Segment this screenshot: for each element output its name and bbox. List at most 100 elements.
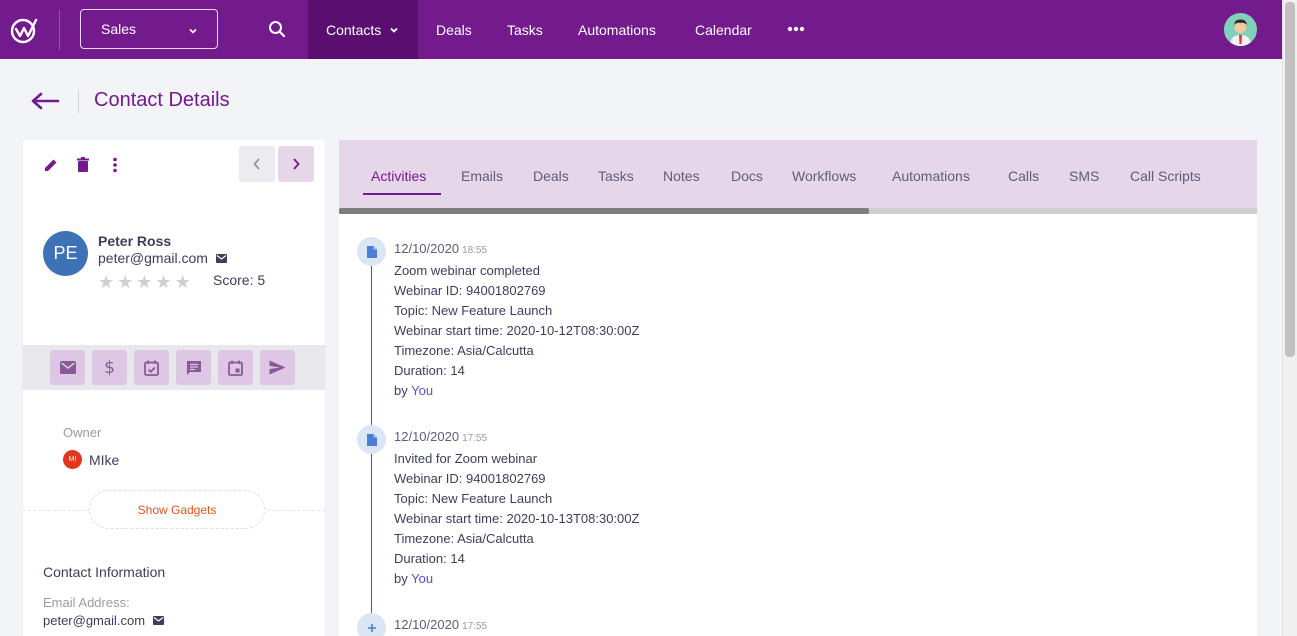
edit-icon[interactable] (41, 155, 61, 175)
pipeline-select[interactable]: Sales (80, 9, 218, 49)
more-horizontal-icon[interactable] (784, 18, 808, 40)
tab-calls[interactable]: Calls (1008, 168, 1039, 184)
header-divider (78, 89, 79, 113)
page-title: Contact Details (94, 89, 230, 111)
nav-calendar[interactable]: Calendar (695, 0, 752, 59)
tab-bar: Activities Emails Deals Tasks Notes Docs… (339, 140, 1257, 208)
star-icon[interactable]: ★ (155, 273, 171, 291)
activity-datetime: 12/10/2020 17:55 (394, 427, 639, 449)
activity-line: Duration: 14 (394, 551, 465, 566)
chevron-right-icon (291, 157, 301, 171)
tab-docs[interactable]: Docs (731, 168, 763, 184)
next-contact-button[interactable] (278, 146, 314, 182)
email-address-value: peter@gmail.com (43, 613, 165, 628)
owner-name: MIke (89, 451, 120, 468)
add-event-button[interactable] (218, 350, 253, 385)
owner-avatar: MI (63, 450, 82, 469)
contact-name: Peter Ross (98, 233, 172, 249)
activity-author: by You (394, 569, 639, 589)
activity-line: Timezone: Asia/Calcutta (394, 531, 534, 546)
email-address-label: Email Address: (43, 595, 130, 610)
pipeline-select-value: Sales (101, 21, 137, 37)
chevron-down-icon (188, 23, 198, 39)
tab-deals[interactable]: Deals (533, 168, 569, 184)
user-avatar[interactable] (1224, 13, 1257, 46)
mail-icon (59, 361, 76, 374)
send-email-button[interactable] (50, 350, 85, 385)
dollar-icon: $ (104, 357, 115, 378)
activity-time: 17:55 (462, 621, 488, 632)
tab-workflows[interactable]: Workflows (792, 168, 856, 184)
activity-by-prefix: by (394, 571, 408, 586)
star-icon[interactable]: ★ (98, 273, 114, 291)
activity-time: 18:55 (462, 245, 488, 256)
activity-author-link[interactable]: You (411, 383, 433, 398)
activity-line: Timezone: Asia/Calcutta (394, 343, 534, 358)
email-address-text: peter@gmail.com (43, 613, 146, 628)
add-task-button[interactable] (134, 350, 169, 385)
star-icon[interactable]: ★ (117, 273, 133, 291)
nav-deals[interactable]: Deals (436, 0, 472, 59)
activity-author-link[interactable]: You (411, 571, 433, 586)
contact-info-title: Contact Information (43, 564, 166, 580)
delete-icon[interactable] (73, 155, 93, 175)
active-tab-indicator (363, 193, 441, 195)
tabs-scrollbar-thumb[interactable] (339, 208, 869, 214)
rating-stars[interactable]: ★ ★ ★ ★ ★ (98, 273, 191, 291)
add-deal-button[interactable]: $ (92, 350, 127, 385)
chevron-down-icon (389, 25, 399, 35)
activity-panel: Activities Emails Deals Tasks Notes Docs… (339, 140, 1257, 636)
page-scrollbar[interactable] (1282, 0, 1297, 636)
nav-contacts-label: Contacts (326, 21, 382, 38)
document-icon (357, 237, 386, 266)
activity-item: 12/10/2020 17:55 Invited for Zoom webinar… (394, 427, 639, 589)
activity-line: Invited for Zoom webinar (394, 451, 538, 466)
chevron-left-icon (252, 157, 262, 171)
contact-card: PE Peter Ross peter@gmail.com ★ ★ ★ ★ ★ … (23, 140, 325, 636)
tab-call-scripts[interactable]: Call Scripts (1130, 168, 1201, 184)
quick-actions-bar: $ (23, 345, 325, 390)
more-vertical-icon[interactable] (105, 155, 125, 175)
nav-tasks[interactable]: Tasks (507, 0, 543, 59)
document-icon (357, 425, 386, 454)
activity-item: 12/10/2020 17:55 (394, 615, 487, 636)
activity-date: 12/10/2020 (394, 429, 460, 444)
nav-contacts[interactable]: Contacts (308, 0, 418, 59)
tab-tasks[interactable]: Tasks (598, 168, 634, 184)
send-icon (269, 360, 286, 375)
activity-line: Topic: New Feature Launch (394, 491, 553, 506)
tab-automations[interactable]: Automations (892, 168, 970, 184)
tabs-scrollbar[interactable] (339, 208, 1257, 214)
activity-date: 12/10/2020 (394, 617, 460, 632)
show-gadgets-button[interactable]: Show Gadgets (89, 490, 265, 529)
activity-line: Zoom webinar completed (394, 263, 540, 278)
page-scrollbar-thumb[interactable] (1285, 2, 1295, 357)
owner[interactable]: MI MIke (63, 450, 119, 469)
activity-time: 17:55 (462, 433, 488, 444)
contact-score: Score: 5 (213, 272, 266, 288)
tab-sms[interactable]: SMS (1069, 168, 1099, 184)
send-sms-button[interactable] (260, 350, 295, 385)
task-check-icon (144, 360, 159, 376)
activity-datetime: 12/10/2020 17:55 (394, 615, 487, 636)
tab-activities[interactable]: Activities (371, 168, 426, 184)
email-icon[interactable] (153, 616, 165, 625)
star-icon[interactable]: ★ (175, 273, 191, 291)
back-arrow-icon[interactable] (30, 88, 62, 114)
activity-by-prefix: by (394, 383, 408, 398)
previous-contact-button[interactable] (239, 146, 275, 182)
app-logo[interactable] (9, 10, 55, 50)
tab-emails[interactable]: Emails (461, 168, 503, 184)
contact-email-text: peter@gmail.com (98, 250, 208, 266)
activity-line: Duration: 14 (394, 363, 465, 378)
star-icon[interactable]: ★ (136, 273, 152, 291)
plus-icon (357, 613, 386, 636)
search-icon[interactable] (262, 14, 292, 44)
contact-avatar: PE (43, 231, 88, 276)
nav-automations[interactable]: Automations (578, 0, 656, 59)
logo-divider (59, 9, 60, 50)
email-icon[interactable] (215, 253, 227, 263)
activity-line: Webinar start time: 2020-10-12T08:30:00Z (394, 323, 640, 338)
add-note-button[interactable] (176, 350, 211, 385)
tab-notes[interactable]: Notes (663, 168, 700, 184)
